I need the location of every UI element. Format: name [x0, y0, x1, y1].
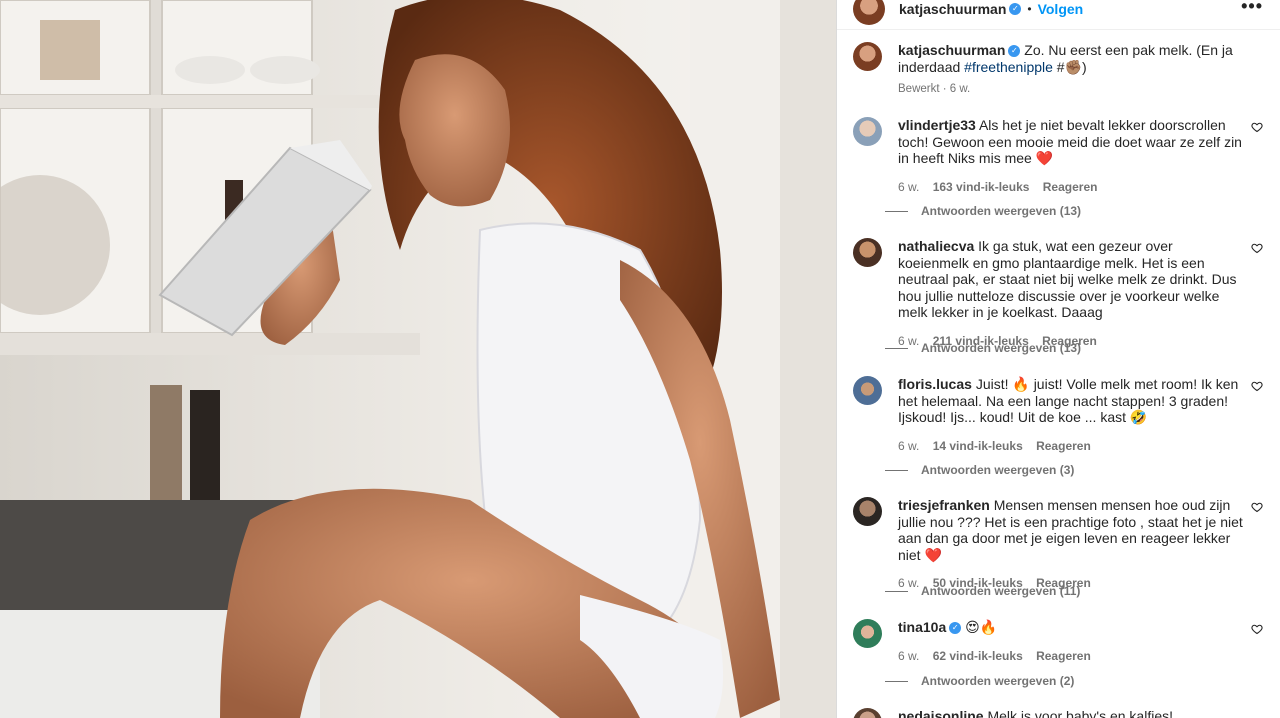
- comment-text: 😍🔥: [965, 619, 998, 635]
- replies-divider: [885, 680, 908, 682]
- view-replies-button[interactable]: Antwoorden weergeven (11): [885, 584, 1080, 598]
- comment-username[interactable]: tina10a: [898, 619, 946, 635]
- view-replies-label: Antwoorden weergeven (3): [921, 463, 1075, 477]
- comment-stats: 6 w. 163 vind-ik-leuks Reageren: [898, 179, 1246, 196]
- comment-item: nathaliecva Ik ga stuk, wat een gezeur o…: [853, 238, 1265, 349]
- more-options-icon[interactable]: •••: [1241, 0, 1263, 17]
- commenter-avatar[interactable]: [853, 619, 882, 648]
- commenter-avatar[interactable]: [853, 708, 882, 718]
- comment-body: nedaisonline Melk is voor baby's en kalf…: [898, 708, 1246, 718]
- comment-username[interactable]: vlindertje33: [898, 117, 976, 133]
- post-photo[interactable]: [0, 0, 836, 718]
- heart-outline-icon[interactable]: [1251, 380, 1263, 392]
- view-replies-button[interactable]: Antwoorden weergeven (2): [885, 674, 1074, 688]
- comments-panel: katjaschuurman ✓ • Volgen ••• katjaschuu…: [836, 0, 1280, 718]
- replies-divider: [885, 590, 908, 592]
- post-caption: katjaschuurman ✓ Zo. Nu eerst een pak mel…: [853, 42, 1265, 98]
- caption-meta: Bewerkt · 6 w.: [898, 83, 971, 95]
- comment-time[interactable]: 6 w.: [898, 439, 919, 453]
- verified-badge-icon: ✓: [949, 622, 962, 635]
- comment-stats: 6 w. 14 vind-ik-leuks Reageren: [898, 438, 1246, 455]
- photo-illustration: [0, 0, 836, 718]
- comment-username[interactable]: floris.lucas: [898, 376, 972, 392]
- author-avatar[interactable]: [853, 0, 885, 25]
- view-replies-button[interactable]: Antwoorden weergeven (13): [885, 341, 1081, 355]
- post-header: katjaschuurman ✓ • Volgen •••: [837, 0, 1280, 30]
- comment-item: triesjefranken Mensen mensen mensen hoe …: [853, 497, 1265, 592]
- comment-stats: 6 w. 62 vind-ik-leuks Reageren: [898, 648, 1246, 665]
- caption-body: katjaschuurman ✓ Zo. Nu eerst een pak mel…: [898, 42, 1238, 98]
- verified-badge-icon: ✓: [1008, 45, 1021, 58]
- replies-divider: [885, 347, 908, 349]
- comment-username[interactable]: triesjefranken: [898, 497, 990, 513]
- verified-badge-icon: ✓: [1009, 2, 1022, 15]
- comment-time[interactable]: 6 w.: [898, 649, 919, 663]
- commenter-avatar[interactable]: [853, 497, 882, 526]
- reply-button[interactable]: Reageren: [1036, 649, 1091, 663]
- caption-username[interactable]: katjaschuurman: [898, 42, 1005, 58]
- view-replies-label: Antwoorden weergeven (13): [921, 341, 1082, 355]
- comment-username[interactable]: nedaisonline: [898, 708, 984, 718]
- caption-avatar[interactable]: [853, 42, 882, 71]
- view-replies-label: Antwoorden weergeven (13): [921, 204, 1082, 218]
- comment-item: floris.lucas Juist! 🔥 juist! Volle melk …: [853, 376, 1265, 454]
- comment-body: tina10a ✓ 😍🔥 6 w. 62 vind-ik-leuks Reager…: [898, 619, 1246, 664]
- follow-button[interactable]: Volgen: [1038, 1, 1084, 17]
- comment-text: Melk is voor baby's en kalfjes!: [987, 708, 1173, 718]
- replies-divider: [885, 469, 908, 471]
- heart-outline-icon[interactable]: [1251, 501, 1263, 513]
- heart-outline-icon[interactable]: [1251, 121, 1263, 133]
- comment-likes[interactable]: 14 vind-ik-leuks: [933, 439, 1023, 453]
- comment-likes[interactable]: 163 vind-ik-leuks: [933, 180, 1030, 194]
- commenter-avatar[interactable]: [853, 117, 882, 146]
- comment-username[interactable]: nathaliecva: [898, 238, 974, 254]
- commenter-avatar[interactable]: [853, 376, 882, 405]
- commenter-avatar[interactable]: [853, 238, 882, 267]
- separator-dot: •: [1027, 1, 1032, 16]
- author-username[interactable]: katjaschuurman: [899, 1, 1006, 17]
- view-replies-label: Antwoorden weergeven (11): [921, 584, 1081, 598]
- heart-outline-icon[interactable]: [1251, 623, 1263, 635]
- comment-likes[interactable]: 62 vind-ik-leuks: [933, 649, 1023, 663]
- comment-item: nedaisonline Melk is voor baby's en kalf…: [853, 708, 1265, 718]
- hashtag-link[interactable]: #freethenipple: [964, 59, 1053, 75]
- reply-button[interactable]: Reageren: [1036, 439, 1091, 453]
- comment-body: floris.lucas Juist! 🔥 juist! Volle melk …: [898, 376, 1246, 454]
- comment-item: vlindertje33 Als het je niet bevalt lekk…: [853, 117, 1265, 195]
- comment-body: nathaliecva Ik ga stuk, wat een gezeur o…: [898, 238, 1246, 349]
- comment-item: tina10a ✓ 😍🔥 6 w. 62 vind-ik-leuks Reager…: [853, 619, 1265, 664]
- replies-divider: [885, 210, 908, 212]
- view-replies-label: Antwoorden weergeven (2): [921, 674, 1075, 688]
- comment-body: vlindertje33 Als het je niet bevalt lekk…: [898, 117, 1246, 195]
- comment-time[interactable]: 6 w.: [898, 180, 919, 194]
- heart-outline-icon[interactable]: [1251, 242, 1263, 254]
- caption-text-end: #✊🏽): [1052, 58, 1087, 75]
- comment-body: triesjefranken Mensen mensen mensen hoe …: [898, 497, 1246, 592]
- view-replies-button[interactable]: Antwoorden weergeven (13): [885, 204, 1081, 218]
- reply-button[interactable]: Reageren: [1043, 180, 1098, 194]
- view-replies-button[interactable]: Antwoorden weergeven (3): [885, 463, 1074, 477]
